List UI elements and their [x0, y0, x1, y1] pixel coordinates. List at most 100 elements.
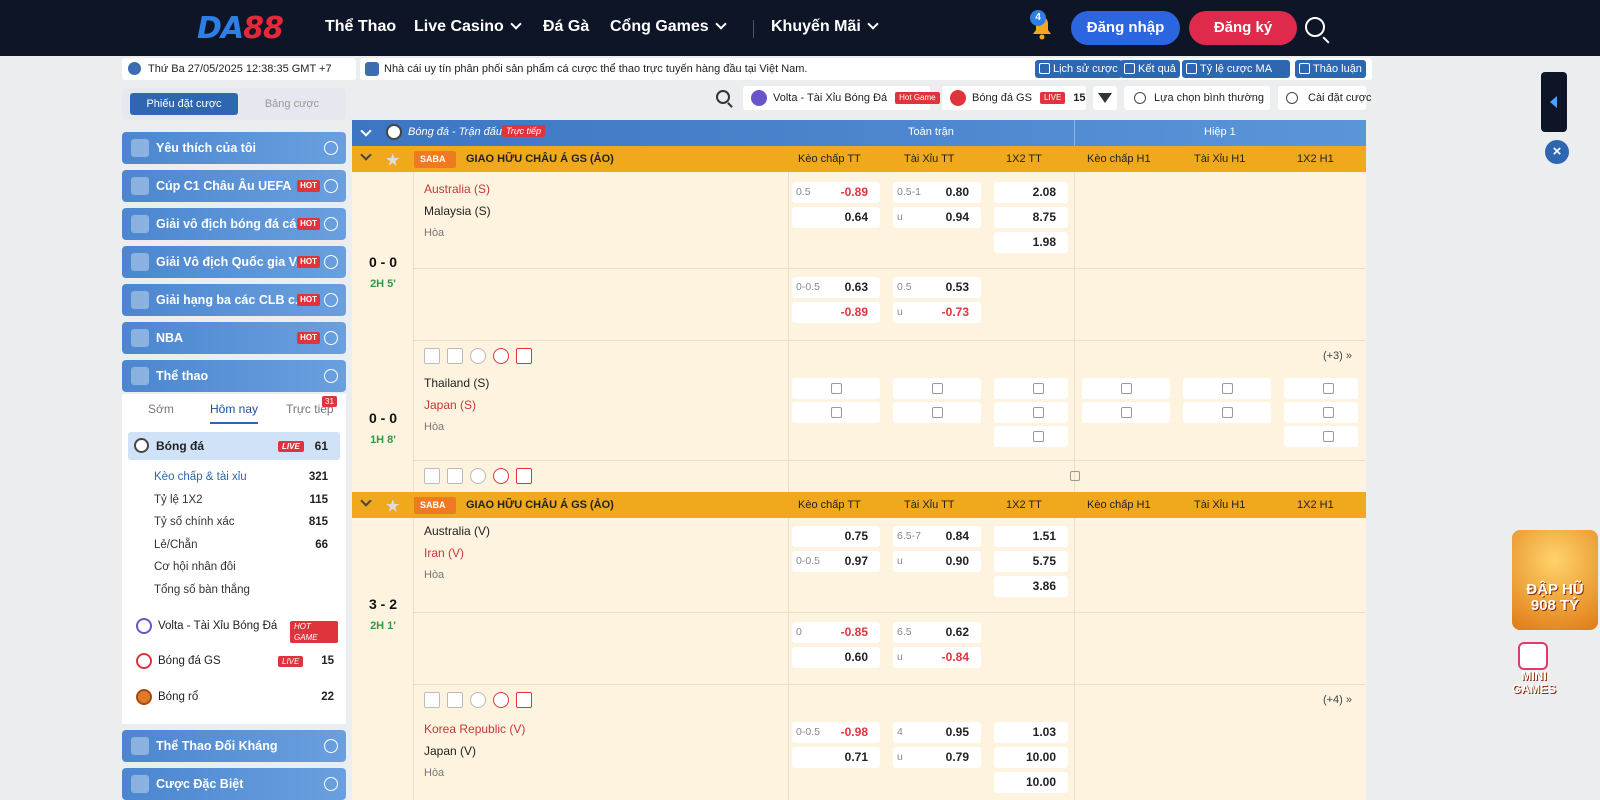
tab-today[interactable]: Hôm nay	[210, 402, 259, 424]
more-markets-button[interactable]: (+3) »	[1323, 350, 1352, 362]
odd-cell[interactable]: 0.64	[792, 207, 880, 228]
watch-eye-icon[interactable]	[470, 692, 486, 708]
odd-cell[interactable]: 0.5 0.53	[893, 277, 981, 298]
league-header[interactable]: ★ SABA GIAO HỮU CHÂU Á GS (ẢO) Kèo chấp …	[352, 146, 1366, 172]
search-icon[interactable]	[716, 90, 730, 104]
sidebar-cat-nba[interactable]: NBA HOT	[122, 322, 346, 354]
filter-icon[interactable]	[1093, 86, 1117, 110]
odd-cell[interactable]: 0.71	[792, 747, 880, 768]
bet-type-correct-score[interactable]: Tỷ số chính xác	[154, 516, 235, 528]
odd-cell[interactable]: 1.51	[994, 526, 1068, 547]
nav-the-thao[interactable]: Thể Thao	[325, 18, 396, 36]
tab-bet-slip[interactable]: Phiếu đặt cược	[130, 93, 238, 115]
odd-cell[interactable]: 5.75	[994, 551, 1068, 572]
chevron-down-icon[interactable]	[360, 125, 372, 137]
chevron-down-icon[interactable]	[360, 149, 372, 161]
search-icon[interactable]	[1305, 17, 1325, 37]
stats-icon[interactable]	[447, 348, 463, 364]
discussion-button[interactable]: Thảo luận	[1295, 60, 1366, 78]
sidebar-cat-ucl[interactable]: Cúp C1 Châu Âu UEFA HOT	[122, 170, 346, 202]
hot-fire-icon[interactable]	[516, 692, 532, 708]
register-button[interactable]: Đăng ký	[1189, 11, 1297, 45]
sidebar-item-gs-football[interactable]: Bóng đá GS LIVE 15	[134, 653, 338, 669]
sidebar-cat-favorites[interactable]: Yêu thích của tôi	[122, 132, 346, 164]
mini-games-button[interactable]: MINI GAMES	[1500, 640, 1568, 704]
sidebar-cat-combat[interactable]: Thể Thao Đối Kháng	[122, 730, 346, 762]
chip-gs-football[interactable]: Bóng đá GS LIVE 15	[942, 86, 1086, 110]
watch-eye-icon[interactable]	[470, 348, 486, 364]
sidebar-cat-5[interactable]: Giải hạng ba các CLB c... HOT	[122, 284, 346, 316]
side-panel-toggle[interactable]	[1541, 72, 1567, 132]
bet-type-double-chance[interactable]: Cơ hội nhân đôi	[154, 561, 236, 573]
odd-cell[interactable]: 0-0.5 0.97	[792, 551, 880, 572]
nav-cong-games[interactable]: Cổng Games	[610, 18, 727, 36]
league-header[interactable]: ★ SABA GIAO HỮU CHÂU Á GS (ẢO) Kèo chấp …	[352, 492, 1366, 518]
tab-early[interactable]: Sớm	[148, 402, 174, 416]
close-icon[interactable]: ×	[1545, 140, 1569, 164]
sidebar-item-basketball[interactable]: Bóng rổ 22	[134, 689, 338, 705]
odd-cell[interactable]: u 0.79	[893, 747, 981, 768]
odd-cell[interactable]: 1.03	[994, 722, 1068, 743]
favorite-star-icon[interactable]	[424, 468, 440, 484]
odd-cell[interactable]: u -0.84	[893, 647, 981, 668]
odd-cell[interactable]: 0.5 -0.89	[792, 182, 880, 203]
odd-cell[interactable]: -0.89	[792, 302, 880, 323]
sidebar-cat-special[interactable]: Cược Đặc Biệt	[122, 768, 346, 800]
col-divider	[788, 716, 789, 800]
favorite-star-icon[interactable]	[424, 692, 440, 708]
bet-settings-button[interactable]: Cài đặt cược	[1278, 86, 1372, 110]
bet-type-handicap[interactable]: Kèo chấp & tài xỉu	[154, 471, 247, 483]
odd-cell[interactable]: 8.75	[994, 207, 1068, 228]
odd-cell[interactable]: 4 0.95	[893, 722, 981, 743]
more-markets-button[interactable]: (+4) »	[1323, 694, 1352, 706]
bet-history-button[interactable]: Lịch sử cược	[1035, 60, 1122, 78]
odd-cell[interactable]: 10.00	[994, 747, 1068, 768]
nav-da-ga[interactable]: Đá Gà	[543, 18, 589, 36]
jackpot-promo[interactable]: ĐẬP HŨ 908 TỶ	[1512, 530, 1598, 630]
bet-type-total-goals[interactable]: Tổng số bàn thắng	[154, 584, 250, 596]
nav-live-casino[interactable]: Live Casino	[414, 18, 522, 36]
stats-icon[interactable]	[447, 468, 463, 484]
odd-cell[interactable]: 0-0.5 0.63	[792, 277, 880, 298]
odd-cell[interactable]: 1.98	[994, 232, 1068, 253]
hot-fire-icon[interactable]	[516, 348, 532, 364]
star-icon[interactable]: ★	[386, 497, 399, 515]
odds-type-select[interactable]: Tỷ lệ cược MA	[1182, 60, 1290, 78]
sort-select[interactable]: Lựa chọn bình thường	[1124, 86, 1270, 110]
odd-cell[interactable]: 10.00	[994, 772, 1068, 793]
bet-type-odd-even[interactable]: Lẻ/Chẵn	[154, 539, 197, 551]
sidebar-cat-3[interactable]: Giải vô địch bóng đá cá... HOT	[122, 208, 346, 240]
odd-cell[interactable]: 2.08	[994, 182, 1068, 203]
odd-cell[interactable]: u 0.90	[893, 551, 981, 572]
odd-cell[interactable]: 6.5 0.62	[893, 622, 981, 643]
brand-logo[interactable]: DA88	[197, 11, 284, 46]
results-button[interactable]: Kết quả	[1120, 60, 1180, 78]
play-video-icon[interactable]	[493, 468, 509, 484]
chevron-down-icon[interactable]	[360, 495, 372, 507]
play-video-icon[interactable]	[493, 692, 509, 708]
login-button[interactable]: Đăng nhập	[1071, 11, 1180, 45]
odd-cell[interactable]: 0.60	[792, 647, 880, 668]
bet-type-1x2[interactable]: Tỷ lệ 1X2	[154, 494, 203, 506]
sidebar-item-volta[interactable]: Volta - Tài Xỉu Bóng Đá HOT GAME	[134, 618, 338, 643]
odd-cell[interactable]: 6.5-7 0.84	[893, 526, 981, 547]
odd-cell[interactable]: 0.75	[792, 526, 880, 547]
odd-cell[interactable]: 0 -0.85	[792, 622, 880, 643]
odd-cell[interactable]: 0.5-1 0.80	[893, 182, 981, 203]
odd-cell[interactable]: u 0.94	[893, 207, 981, 228]
odd-cell[interactable]: u -0.73	[893, 302, 981, 323]
watch-eye-icon[interactable]	[470, 468, 486, 484]
odd-cell[interactable]: 0-0.5 -0.98	[792, 722, 880, 743]
favorite-star-icon[interactable]	[424, 348, 440, 364]
sidebar-cat-sports[interactable]: Thể thao	[122, 360, 346, 392]
play-video-icon[interactable]	[493, 348, 509, 364]
sidebar-item-football[interactable]: Bóng đá LIVE 61	[128, 432, 340, 460]
nav-khuyen-mai[interactable]: Khuyến Mãi	[771, 18, 879, 36]
stats-icon[interactable]	[447, 692, 463, 708]
sidebar-cat-4[interactable]: Giải Vô địch Quốc gia V... HOT	[122, 246, 346, 278]
tab-bet-table[interactable]: Bảng cược	[246, 93, 338, 115]
star-icon[interactable]: ★	[386, 151, 399, 169]
chip-volta[interactable]: Volta - Tài Xỉu Bóng Đá Hot Game	[743, 86, 940, 110]
odd-cell[interactable]: 3.86	[994, 576, 1068, 597]
hot-fire-icon[interactable]	[516, 468, 532, 484]
